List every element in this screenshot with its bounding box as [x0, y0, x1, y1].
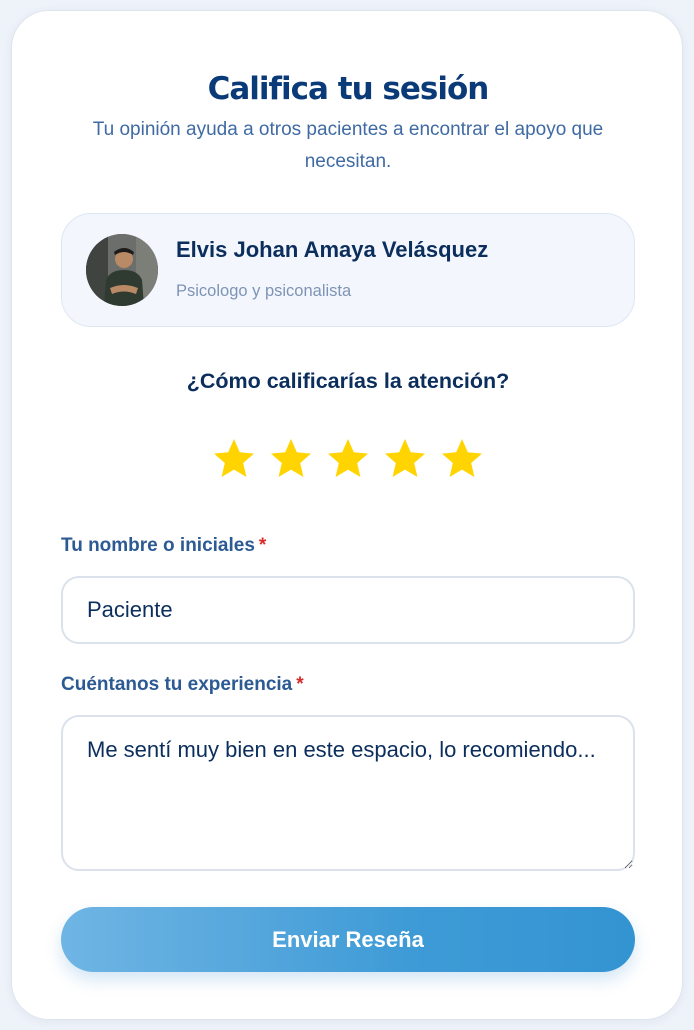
- experience-field-label: Cuéntanos tu experiencia *: [61, 674, 304, 696]
- avatar: [86, 234, 158, 306]
- name-field-label: Tu nombre o iniciales *: [61, 535, 266, 557]
- name-label-text: Tu nombre o iniciales: [61, 535, 255, 556]
- professional-name: Elvis Johan Amaya Velásquez: [176, 237, 489, 262]
- experience-label-text: Cuéntanos tu experiencia: [61, 674, 293, 695]
- star-icon-5[interactable]: [438, 435, 486, 483]
- required-mark: *: [296, 674, 304, 695]
- required-mark: *: [258, 535, 267, 556]
- name-input[interactable]: [61, 576, 635, 644]
- professional-role: Psicologo y psiconalista: [176, 282, 352, 300]
- star-icon-4[interactable]: [381, 435, 429, 483]
- page-title: Califica tu sesión: [207, 71, 490, 107]
- star-icon-3[interactable]: [324, 435, 372, 483]
- star-icon-2[interactable]: [267, 435, 315, 483]
- star-icon-1[interactable]: [210, 435, 258, 483]
- professional-card: Elvis Johan Amaya Velásquez Psicologo y …: [61, 213, 635, 327]
- review-card: Califica tu sesión Tu opinión ayuda a ot…: [11, 10, 683, 1020]
- page-subtitle: Tu opinión ayuda a otros pacientes a enc…: [92, 119, 604, 172]
- star-rating: [12, 435, 684, 483]
- rating-question: ¿Cómo calificarías la atención?: [186, 369, 510, 393]
- submit-review-button[interactable]: Enviar Reseña: [61, 907, 635, 972]
- experience-textarea[interactable]: Me sentí muy bien en este espacio, lo re…: [61, 715, 635, 871]
